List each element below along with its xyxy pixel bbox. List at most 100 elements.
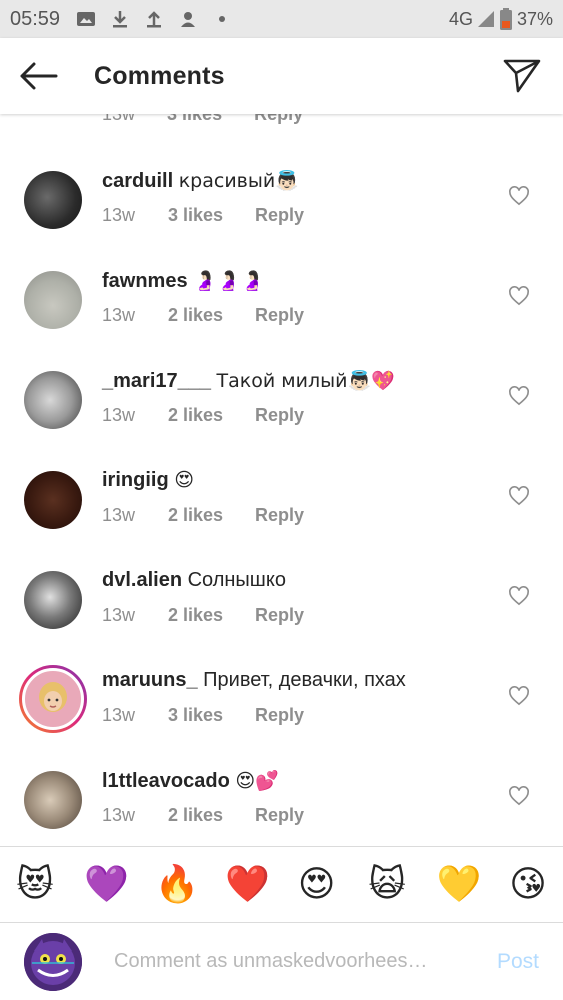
comment-text: Солнышко <box>187 569 286 591</box>
comment-time: 13w <box>102 205 136 225</box>
emoji-heart-eyes-cat-button[interactable]: 😻 <box>14 864 56 906</box>
comment-item: dvl.alien Солнышко 13w 2 likes Reply <box>0 545 563 645</box>
emoji-yellow-heart-button[interactable]: 💛 <box>437 864 482 906</box>
comment-meta: 13w 2 likes Reply <box>102 505 304 526</box>
emoji-purple-heart-button[interactable]: 💜 <box>84 864 129 906</box>
comment-composer: Post <box>0 922 563 1000</box>
comment-time: 13w <box>102 505 136 525</box>
page-title: Comments <box>94 61 225 90</box>
comment-time: 13w <box>102 405 136 425</box>
emoji-scream-cat-button[interactable]: 🙀 <box>366 864 408 906</box>
back-button[interactable] <box>2 38 74 114</box>
reply-button[interactable]: Reply <box>255 205 304 226</box>
comment-body: maruuns_ Привет, девачки, пхах <box>102 669 406 692</box>
comment-text: 🤰🏻🤰🏻🤰🏻 <box>193 270 265 292</box>
comment-meta: 13w 3 likes Reply <box>102 705 304 726</box>
comment-likes[interactable]: 2 likes <box>168 505 255 526</box>
reply-button[interactable]: Reply <box>255 805 304 826</box>
comment-likes[interactable]: 3 likes <box>168 205 255 226</box>
comment-meta: 13w 2 likes Reply <box>102 805 304 826</box>
comment-time: 13w <box>102 605 136 625</box>
image-icon <box>77 12 96 26</box>
battery-icon <box>499 8 512 30</box>
heart-icon[interactable] <box>508 486 530 506</box>
comment-meta: 13w 2 likes Reply <box>102 605 304 626</box>
comment-meta: 13w 2 likes Reply <box>102 305 304 326</box>
avatar[interactable] <box>24 171 82 229</box>
reply-button[interactable]: Reply <box>255 405 304 426</box>
comment-item: maruuns_ Привет, девачки, пхах 13w 3 lik… <box>0 645 563 745</box>
comment-body: iringiig 😍 <box>102 469 194 492</box>
avatar[interactable] <box>24 471 82 529</box>
heart-icon[interactable] <box>508 386 530 406</box>
emoji-heart-eyes-button[interactable]: 😍 <box>296 864 338 906</box>
comment-username[interactable]: iringiig <box>102 469 169 491</box>
comment-item: fawnmes 🤰🏻🤰🏻🤰🏻 13w 2 likes Reply <box>0 245 563 345</box>
reply-button[interactable]: Reply <box>255 305 304 326</box>
comment-meta: 13w 3 likes Reply <box>102 205 304 226</box>
comment-username[interactable]: dvl.alien <box>102 569 182 591</box>
comment-likes[interactable]: 3 likes <box>168 705 255 726</box>
person-icon <box>181 12 196 27</box>
comment-item: carduill красивый👼🏻 13w 3 likes Reply <box>0 145 563 245</box>
dot-icon <box>219 16 226 22</box>
post-button[interactable]: Post <box>497 950 539 974</box>
app-header: Comments <box>0 38 563 114</box>
comment-time: 13w <box>102 805 136 825</box>
signal-icon <box>477 11 494 27</box>
reply-button[interactable]: Reply <box>255 705 304 726</box>
heart-icon[interactable] <box>508 286 530 306</box>
comment-body: _mari17___ Такой милый👼🏻💖 <box>102 369 395 393</box>
emoji-red-heart-button[interactable]: ❤️ <box>225 864 270 906</box>
comment-input[interactable] <box>114 950 454 973</box>
heart-icon[interactable] <box>508 786 530 806</box>
avatar[interactable] <box>24 771 82 829</box>
paper-plane-icon <box>503 59 541 93</box>
avatar-story-ring[interactable] <box>19 665 87 733</box>
avatar[interactable] <box>24 271 82 329</box>
comments-list: carduill красивый👼🏻 13w 3 likes Reply fa… <box>0 145 563 845</box>
comment-username[interactable]: carduill <box>102 170 173 192</box>
comment-item: iringiig 😍 13w 2 likes Reply <box>0 445 563 545</box>
comment-likes[interactable]: 2 likes <box>168 805 255 826</box>
reply-button[interactable]: Reply <box>255 605 304 626</box>
avatar[interactable] <box>24 371 82 429</box>
comment-text: красивый👼🏻 <box>178 170 299 192</box>
cheshire-cat-avatar-icon <box>24 932 82 991</box>
status-bar: 05:59 4G 37% <box>0 0 563 38</box>
comment-time: 13w <box>102 305 136 325</box>
reply-button[interactable]: Reply <box>255 505 304 526</box>
emoji-fire-button[interactable]: 🔥 <box>155 864 200 906</box>
heart-icon[interactable] <box>508 586 530 606</box>
direct-share-button[interactable] <box>487 38 557 114</box>
comment-item: _mari17___ Такой милый👼🏻💖 13w 2 likes Re… <box>0 345 563 445</box>
comment-likes[interactable]: 2 likes <box>168 605 255 626</box>
comment-username[interactable]: _mari17___ <box>102 370 211 392</box>
comment-body: l1ttleavocado 😍💕 <box>102 769 279 793</box>
heart-icon[interactable] <box>508 686 530 706</box>
comment-username[interactable]: l1ttleavocado <box>102 770 230 792</box>
upload-icon <box>147 11 162 28</box>
comment-text: 😍💕 <box>235 770 279 792</box>
comment-time: 13w <box>102 705 136 725</box>
current-user-avatar <box>24 932 82 991</box>
comment-username[interactable]: fawnmes <box>102 270 188 292</box>
comment-text: Такой милый👼🏻💖 <box>216 370 395 392</box>
memoji-avatar-icon <box>39 682 67 712</box>
avatar[interactable] <box>24 571 82 629</box>
heart-icon[interactable] <box>508 186 530 206</box>
quick-emoji-bar: 😻 💜 🔥 ❤️ 😍 🙀 💛 😘 <box>0 846 563 922</box>
comment-likes[interactable]: 2 likes <box>168 405 255 426</box>
comment-text: Привет, девачки, пхах <box>203 669 406 691</box>
comment-username[interactable]: maruuns_ <box>102 669 198 691</box>
comment-body: carduill красивый👼🏻 <box>102 169 299 193</box>
comment-likes[interactable]: 2 likes <box>168 305 255 326</box>
comment-body: dvl.alien Солнышко <box>102 569 286 592</box>
comment-item: l1ttleavocado 😍💕 13w 2 likes Reply <box>0 745 563 845</box>
emoji-kiss-button[interactable]: 😘 <box>507 864 549 906</box>
status-right: 4G 37% <box>449 8 553 30</box>
notification-icons <box>76 9 232 29</box>
battery-label: 37% <box>516 8 553 29</box>
status-time: 05:59 <box>10 7 61 30</box>
comment-body: fawnmes 🤰🏻🤰🏻🤰🏻 <box>102 269 264 293</box>
